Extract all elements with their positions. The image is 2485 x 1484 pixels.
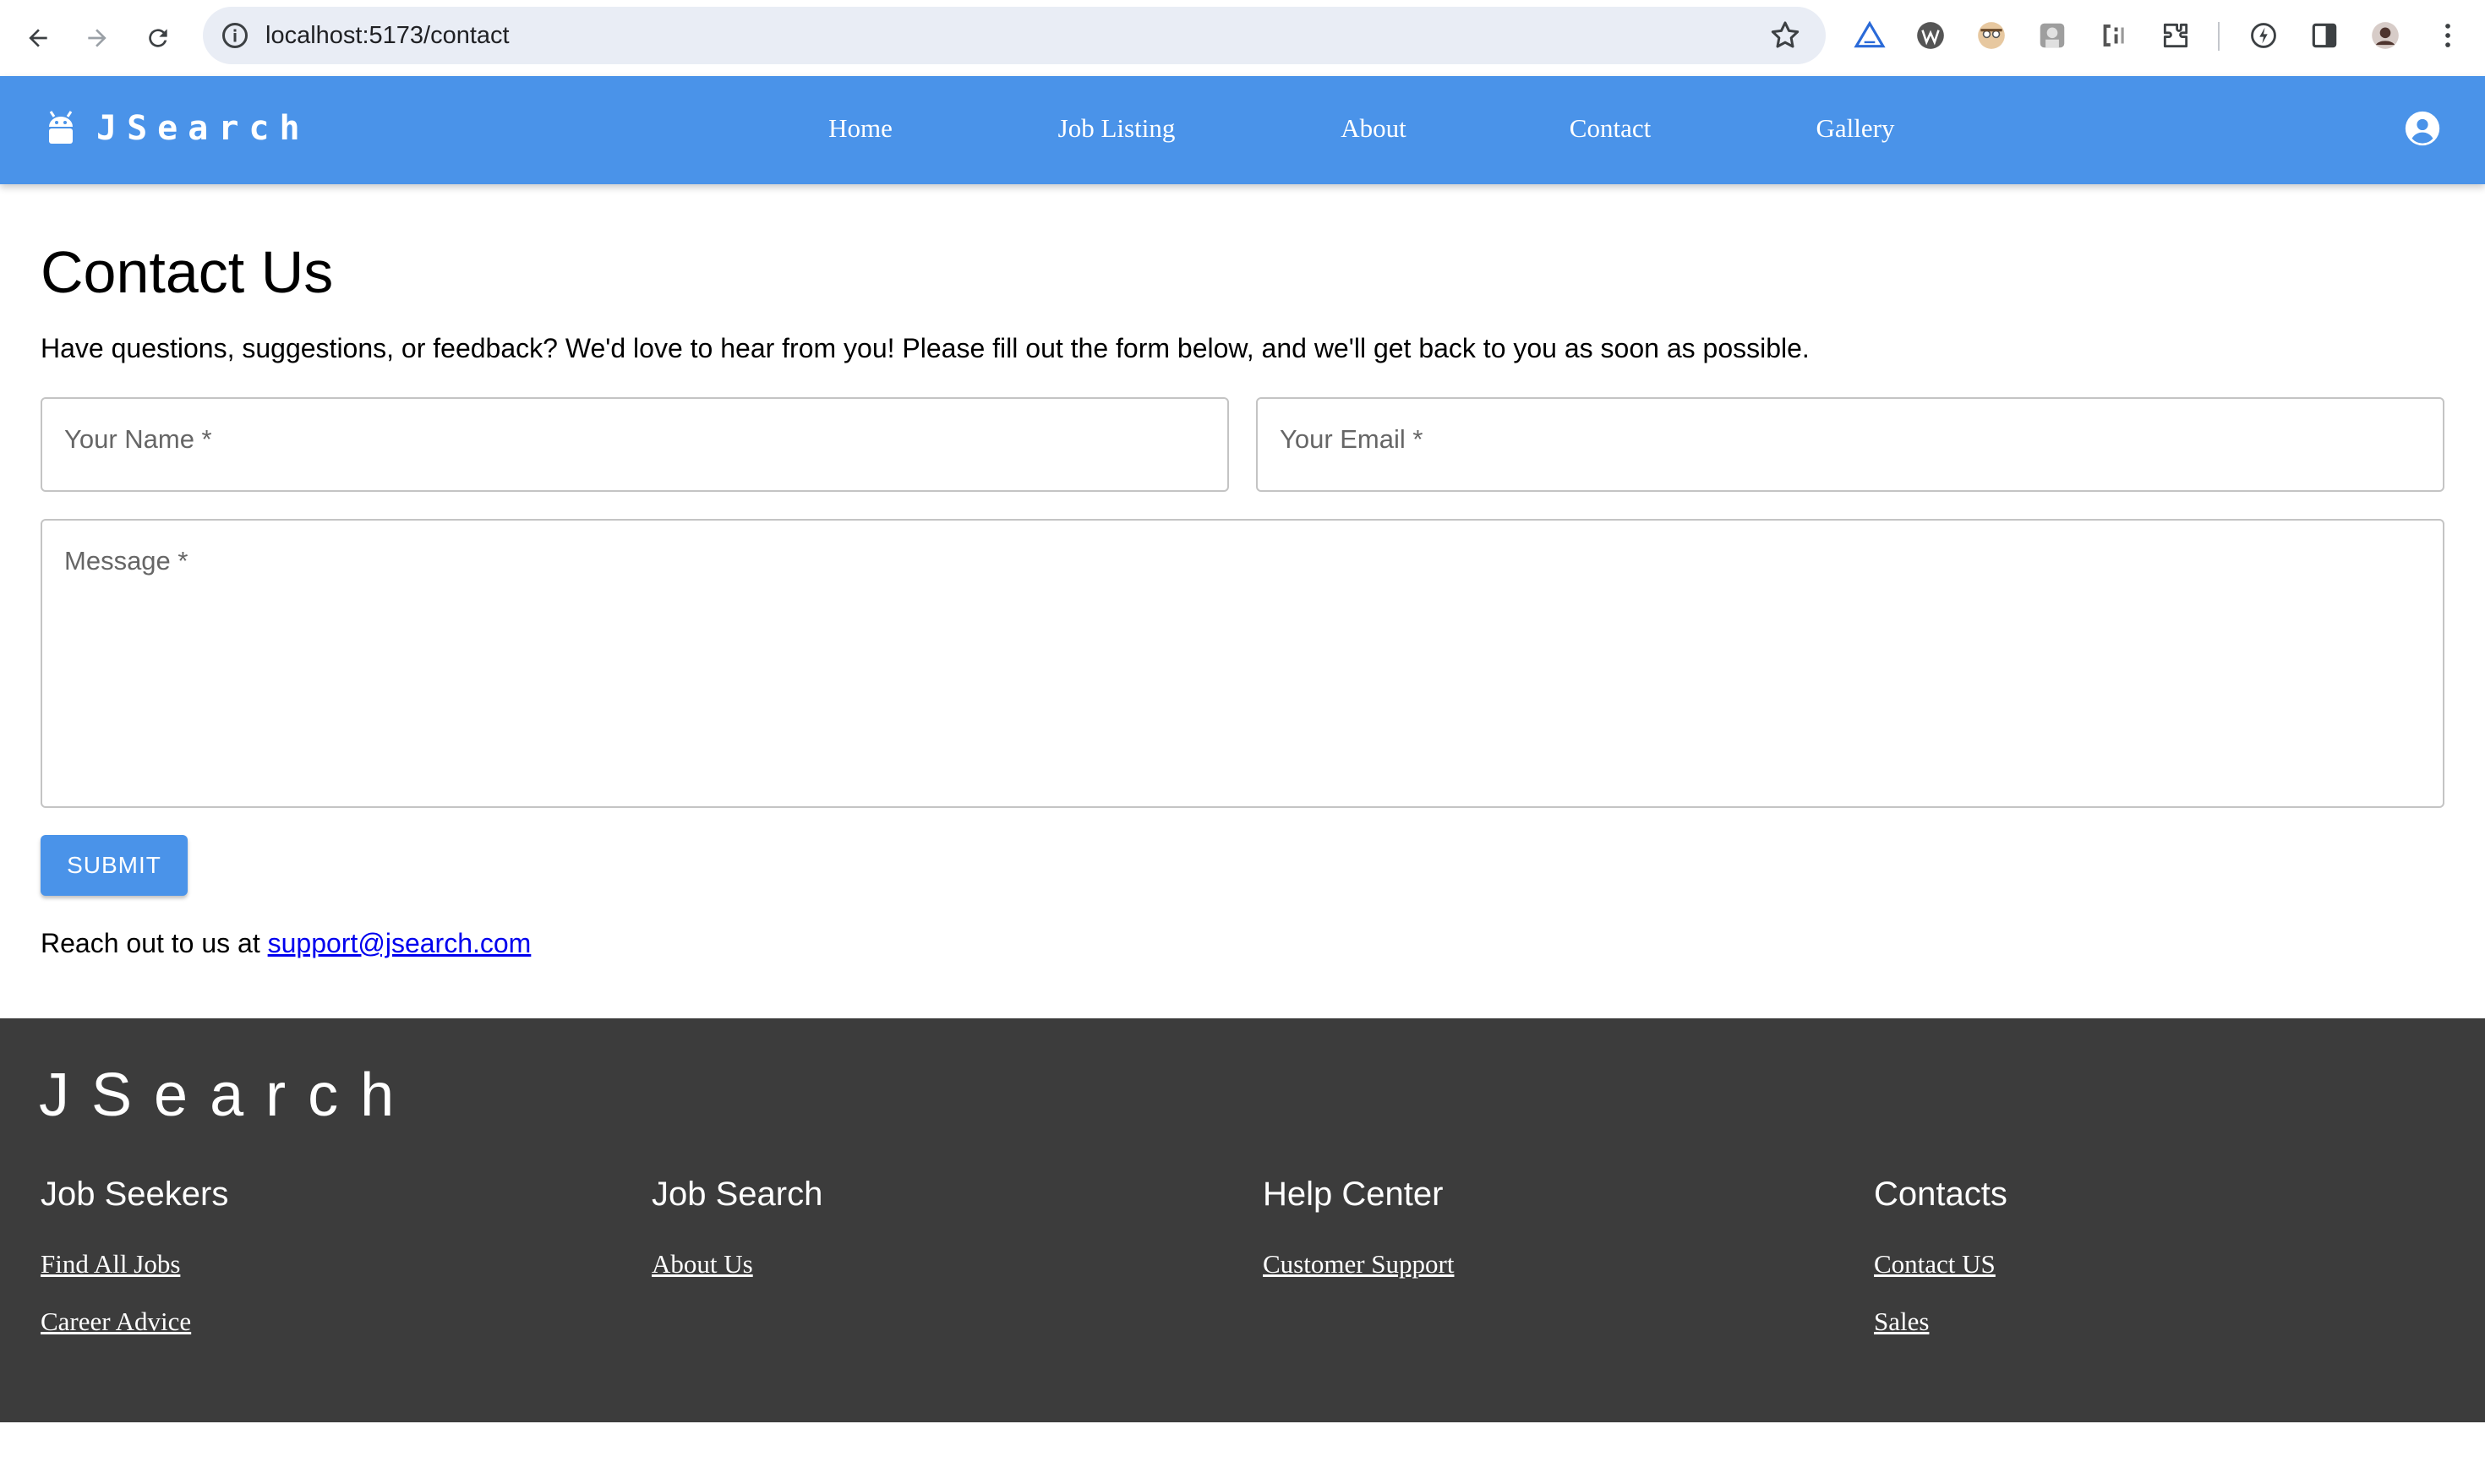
extensions-button[interactable] bbox=[2157, 17, 2194, 54]
footer-link-contact-us[interactable]: Contact US bbox=[1874, 1249, 2007, 1279]
triangle-extension-button[interactable] bbox=[1851, 17, 1888, 54]
more-vert-icon bbox=[2445, 24, 2450, 47]
footer-link-customer-support[interactable]: Customer Support bbox=[1263, 1249, 1454, 1279]
message-field[interactable]: Message * bbox=[41, 519, 2444, 808]
brand-name: JSearch bbox=[96, 109, 310, 148]
message-placeholder: Message * bbox=[64, 546, 188, 576]
submit-button[interactable]: SUBMIT bbox=[41, 835, 188, 896]
footer-column-title: Job Search bbox=[652, 1176, 823, 1213]
wordpress-extension-button[interactable] bbox=[1912, 17, 1949, 54]
footer-column-job-search: Job Search About Us bbox=[652, 1176, 822, 1307]
site-footer: JSearch Job Seekers Find All Jobs Career… bbox=[0, 1018, 2485, 1422]
reload-icon bbox=[149, 29, 167, 47]
email-placeholder: Your Email * bbox=[1280, 424, 1423, 454]
page-title: Contact Us bbox=[41, 239, 334, 305]
footer-column-title: Contacts bbox=[1874, 1176, 2007, 1213]
nav-job-listing[interactable]: Job Listing bbox=[1058, 113, 1176, 144]
portrait-extension-icon bbox=[2040, 23, 2065, 48]
brand-logo[interactable]: JSearch bbox=[44, 108, 310, 149]
nav-home[interactable]: Home bbox=[828, 113, 893, 144]
puzzle-icon bbox=[2163, 23, 2188, 48]
avatar-extension-button[interactable] bbox=[1973, 17, 2010, 54]
browser-menu-button[interactable] bbox=[2429, 17, 2466, 54]
account-circle-icon[interactable] bbox=[2404, 110, 2441, 147]
reach-out-label: Reach out to us at bbox=[41, 928, 268, 958]
nav-about[interactable]: About bbox=[1341, 113, 1406, 144]
side-panel-button[interactable] bbox=[2306, 17, 2343, 54]
browser-toolbar: localhost:5173/contact bbox=[0, 0, 2485, 76]
footer-column-job-seekers: Job Seekers Find All Jobs Career Advice bbox=[41, 1176, 228, 1364]
address-bar[interactable]: localhost:5173/contact bbox=[203, 7, 1826, 64]
css-extension-icon bbox=[2103, 25, 2124, 46]
nav-contact[interactable]: Contact bbox=[1570, 113, 1651, 144]
app-header: JSearch Home Job Listing About Contact G… bbox=[0, 76, 2485, 184]
footer-column-title: Help Center bbox=[1263, 1176, 1444, 1213]
triangle-extension-icon bbox=[1854, 20, 1886, 48]
wordpress-icon bbox=[1917, 22, 1944, 49]
reach-out-text: Reach out to us at support@jsearch.com bbox=[41, 928, 531, 959]
footer-column-title: Job Seekers bbox=[41, 1176, 229, 1213]
arrow-right-icon bbox=[88, 29, 106, 47]
android-robot-icon bbox=[49, 111, 73, 144]
back-button[interactable] bbox=[17, 17, 59, 59]
refresh-lightning-icon bbox=[2251, 23, 2276, 48]
toolbar-divider bbox=[2218, 22, 2220, 51]
footer-link-about-us[interactable]: About Us bbox=[652, 1249, 822, 1279]
profile-avatar-icon bbox=[2372, 22, 2399, 49]
name-placeholder: Your Name * bbox=[64, 424, 212, 454]
footer-link-career-advice[interactable]: Career Advice bbox=[41, 1307, 228, 1337]
email-field[interactable]: Your Email * bbox=[1256, 397, 2444, 492]
footer-column-help-center: Help Center Customer Support bbox=[1263, 1176, 1454, 1307]
profile-button[interactable] bbox=[2367, 17, 2404, 54]
bookmark-star-icon[interactable] bbox=[1768, 19, 1802, 52]
reload-button[interactable] bbox=[137, 17, 179, 59]
footer-link-sales[interactable]: Sales bbox=[1874, 1307, 2007, 1337]
intro-text: Have questions, suggestions, or feedback… bbox=[41, 333, 1810, 363]
footer-column-contacts: Contacts Contact US Sales bbox=[1874, 1176, 2007, 1364]
forward-button[interactable] bbox=[76, 17, 118, 59]
info-icon[interactable] bbox=[220, 20, 250, 51]
url-text[interactable]: localhost:5173/contact bbox=[265, 22, 510, 50]
name-field[interactable]: Your Name * bbox=[41, 397, 1229, 492]
support-email-link[interactable]: support@jsearch.com bbox=[268, 928, 532, 958]
avatar-extension-icon bbox=[1978, 22, 2005, 49]
nav-gallery[interactable]: Gallery bbox=[1816, 113, 1895, 144]
portrait-extension-button[interactable] bbox=[2034, 17, 2071, 54]
arrow-left-icon bbox=[29, 29, 47, 47]
sidebar-icon bbox=[2312, 23, 2337, 48]
css-extension-button[interactable] bbox=[2094, 17, 2132, 54]
footer-link-find-all-jobs[interactable]: Find All Jobs bbox=[41, 1249, 228, 1279]
footer-brand: JSearch bbox=[39, 1061, 417, 1129]
refresh-extension-button[interactable] bbox=[2245, 17, 2282, 54]
